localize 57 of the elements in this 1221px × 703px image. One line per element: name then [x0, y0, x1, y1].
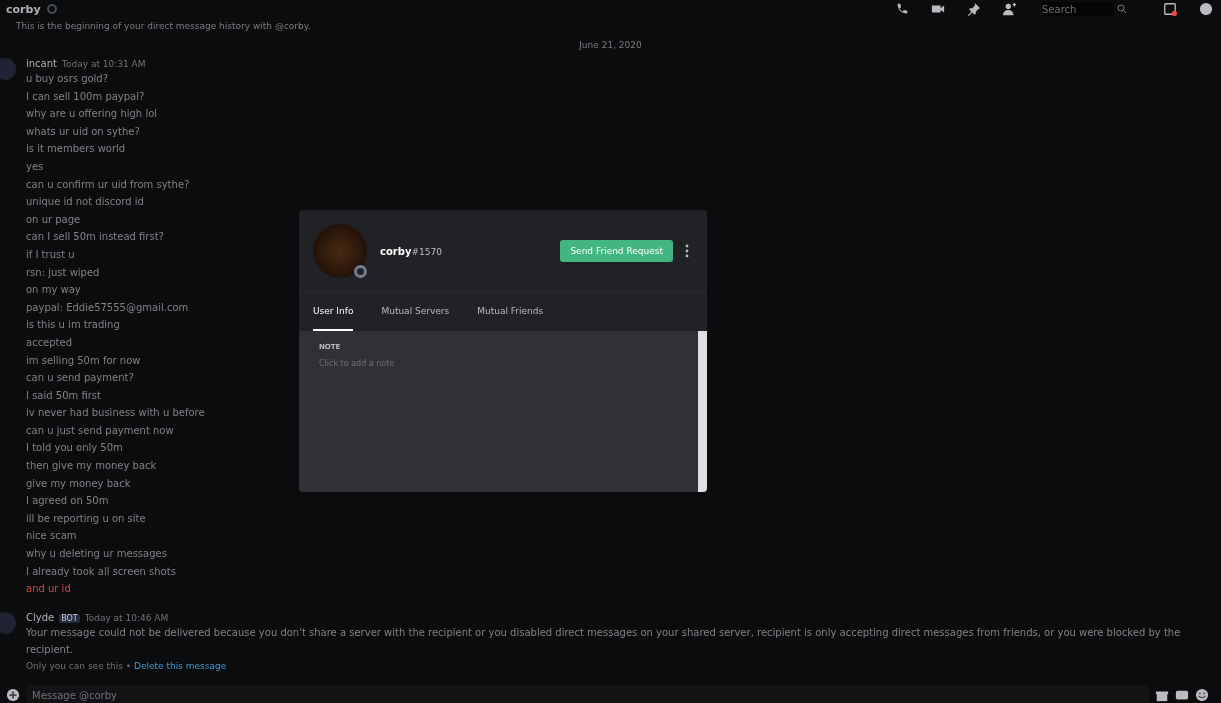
channel-title: corby — [6, 2, 41, 16]
timestamp: Today at 10:31 AM — [62, 59, 146, 69]
message-text: I said 50m first — [26, 388, 101, 403]
message-text: if I trust u — [26, 247, 75, 262]
message-text: give my money back — [26, 476, 131, 491]
message-text: I told you only 50m — [26, 441, 123, 456]
scrollbar[interactable] — [698, 331, 707, 492]
timestamp: Today at 10:46 AM — [84, 612, 169, 623]
profile-tab[interactable]: Mutual Servers — [381, 293, 450, 331]
message-text: is this u im trading — [26, 318, 120, 333]
message-text: iv never had business with u before — [26, 406, 205, 421]
ephemeral-note: Only you can see this • — [26, 661, 132, 671]
message-text: Your message could not be delivered because you don't share a server with the recipient or you disabled direct messages on your shared server, recipient is only accepting direct messages from friends, or you were blocked by the recipient. — [26, 625, 1182, 658]
message-text: can u confirm ur uid from sythe? — [26, 177, 190, 192]
phone-icon[interactable] — [895, 2, 909, 16]
username: corby#1570 — [380, 245, 442, 257]
delete-message-link[interactable]: Delete this message — [134, 661, 227, 671]
message-text: can I sell 50m instead first? — [26, 230, 164, 245]
author-name[interactable]: incant — [26, 58, 57, 69]
message-text: and ur id — [26, 582, 71, 597]
message-text: on my way — [26, 283, 81, 298]
add-icon[interactable] — [6, 688, 20, 702]
message-field[interactable]: Message @corby — [26, 685, 1149, 703]
bot-tag: BOT — [59, 613, 80, 623]
message-text: accepted — [26, 335, 73, 350]
message-text: why u deleting ur messages — [26, 547, 167, 562]
message-text: ill be reporting u on site — [26, 511, 146, 526]
message-text: is it members world — [26, 142, 126, 157]
more-options-icon[interactable] — [685, 244, 689, 258]
message-text: I already took all screen shots — [26, 564, 176, 579]
emoji-icon[interactable] — [1195, 688, 1209, 702]
message-text: u buy osrs gold? — [26, 72, 109, 86]
message-text: whats ur uid on sythe? — [26, 124, 140, 139]
pin-icon[interactable] — [967, 2, 981, 16]
message-text: im selling 50m for now — [26, 353, 141, 368]
status-icon — [354, 265, 367, 278]
search-icon[interactable] — [1117, 4, 1127, 14]
message-text: yes — [26, 159, 44, 174]
message-text: then give my money back — [26, 459, 157, 474]
inbox-icon[interactable] — [1163, 2, 1177, 16]
message-text: paypal: Eddie57555@gmail.com — [26, 300, 189, 315]
add-friend-icon[interactable] — [1003, 2, 1017, 16]
date-divider: June 21, 2020 — [579, 40, 642, 50]
message-text: can u just send payment now — [26, 423, 174, 438]
author-name[interactable]: Clyde — [26, 611, 55, 623]
message-text: on ur page — [26, 212, 81, 227]
message-text: rsn: just wiped — [26, 265, 100, 280]
message-text: nice scam — [26, 529, 77, 544]
message-text: I agreed on 50m — [26, 494, 109, 509]
search-field[interactable]: Search — [1042, 2, 1114, 16]
intro-text: This is the beginning of your direct message history with @corby. — [15, 20, 312, 33]
message-text: why are u offering high lol — [26, 107, 158, 122]
message-text: unique id not discord id — [26, 195, 144, 210]
message-text: I can sell 100m paypal? — [26, 89, 145, 104]
message-text: can u send payment? — [26, 371, 134, 386]
profile-tab[interactable]: Mutual Friends — [477, 293, 544, 331]
status-icon — [46, 4, 57, 14]
